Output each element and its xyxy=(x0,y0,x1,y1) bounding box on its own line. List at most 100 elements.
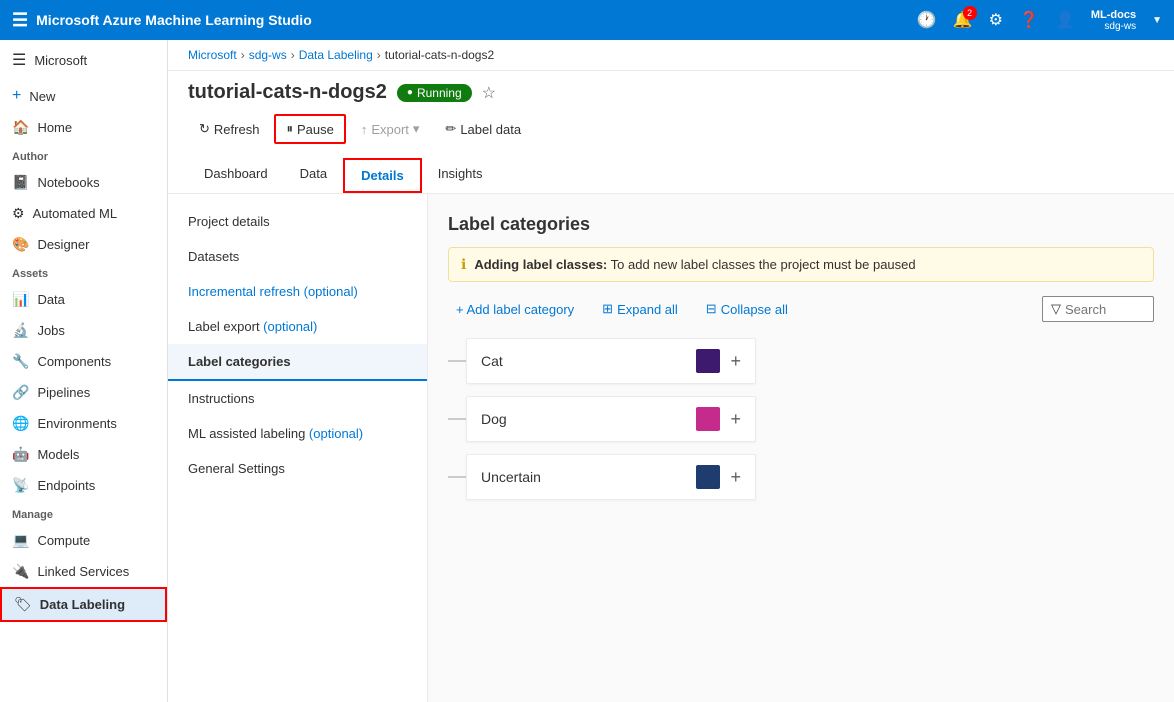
pause-button[interactable]: ⏸ Pause xyxy=(274,114,345,144)
export-icon: ↑ xyxy=(361,122,368,137)
status-dot: ● xyxy=(407,87,413,98)
color-swatch-cat[interactable] xyxy=(696,349,720,373)
status-badge: ● Running xyxy=(397,84,472,102)
expand-all-button[interactable]: ⊞ Expand all xyxy=(594,297,686,321)
assets-label: Assets xyxy=(0,260,167,284)
settings-icon[interactable]: ⚙ xyxy=(989,10,1003,30)
list-item: Cat + xyxy=(466,338,756,384)
sidebar-item-data-labeling[interactable]: 🏷 Data Labeling xyxy=(0,587,167,622)
label-data-button[interactable]: ✏ Label data xyxy=(434,115,532,143)
search-box[interactable]: ▽ xyxy=(1042,296,1154,322)
sidebar-item-new[interactable]: + New xyxy=(0,80,167,112)
connector-dog xyxy=(448,418,466,420)
refresh-icon: ↻ xyxy=(199,121,210,137)
nav-datasets[interactable]: Datasets xyxy=(168,239,427,274)
nav-ml-assisted[interactable]: ML assisted labeling (optional) xyxy=(168,416,427,451)
collapse-icon: ⊟ xyxy=(706,301,717,317)
sidebar-item-automated-ml[interactable]: ⚙ Automated ML xyxy=(0,198,167,229)
body-split: Project details Datasets Incremental ref… xyxy=(168,194,1174,702)
sidebar-item-endpoints[interactable]: 📡 Endpoints xyxy=(0,470,167,501)
search-icon: ▽ xyxy=(1051,301,1061,317)
tab-data[interactable]: Data xyxy=(284,158,343,193)
add-category-button[interactable]: + Add label category xyxy=(448,298,582,321)
list-item: Dog + xyxy=(466,396,756,442)
components-icon: 🔧 xyxy=(12,353,29,370)
linked-services-icon: 🔌 xyxy=(12,563,29,580)
user-icon[interactable]: 👤 xyxy=(1055,10,1075,30)
hamburger-icon: ☰ xyxy=(12,50,26,70)
topbar-actions: 🕐 🔔 2 ⚙ ❓ 👤 ML-docs sdg-ws ▼ xyxy=(917,9,1162,32)
expand-icon: ⊞ xyxy=(602,301,613,317)
pause-icon: ⏸ xyxy=(286,121,293,137)
sidebar-item-designer[interactable]: 🎨 Designer xyxy=(0,229,167,260)
color-swatch-dog[interactable] xyxy=(696,407,720,431)
environments-icon: 🌐 xyxy=(12,415,29,432)
chevron-down-icon[interactable]: ▼ xyxy=(1152,15,1162,26)
connector-uncertain xyxy=(448,476,466,478)
notification-icon[interactable]: 🔔 2 xyxy=(953,10,973,30)
tabs: Dashboard Data Details Insights xyxy=(168,158,1174,194)
notebooks-icon: 📓 xyxy=(12,174,29,191)
sidebar-item-home[interactable]: 🏠 Home xyxy=(0,112,167,143)
hamburger-icon[interactable]: ☰ xyxy=(12,10,28,31)
jobs-icon: 🔬 xyxy=(12,322,29,339)
nav-incremental-refresh[interactable]: Incremental refresh (optional) xyxy=(168,274,427,309)
info-icon: ℹ xyxy=(461,256,466,273)
toolbar: ↻ Refresh ⏸ Pause ↑ Export ▾ ✏ Label dat… xyxy=(188,114,1154,144)
help-icon[interactable]: ❓ xyxy=(1019,10,1039,30)
topbar-title: ☰ Microsoft Azure Machine Learning Studi… xyxy=(12,10,312,31)
warning-bar: ℹ Adding label classes: To add new label… xyxy=(448,247,1154,282)
nav-project-details[interactable]: Project details xyxy=(168,204,427,239)
page-header: tutorial-cats-n-dogs2 ● Running ☆ ↻ Refr… xyxy=(168,71,1174,158)
add-subcategory-cat-button[interactable]: + xyxy=(730,351,741,372)
clock-icon[interactable]: 🕐 xyxy=(917,10,937,30)
export-button[interactable]: ↑ Export ▾ xyxy=(350,115,431,143)
sidebar-item-jobs[interactable]: 🔬 Jobs xyxy=(0,315,167,346)
topbar: ☰ Microsoft Azure Machine Learning Studi… xyxy=(0,0,1174,40)
sidebar-item-models[interactable]: 🤖 Models xyxy=(0,439,167,470)
sidebar-top[interactable]: ☰ Microsoft xyxy=(0,40,167,80)
data-labeling-icon: 🏷 xyxy=(14,596,32,613)
color-swatch-uncertain[interactable] xyxy=(696,465,720,489)
tab-details[interactable]: Details xyxy=(343,158,422,193)
list-item: Uncertain + xyxy=(466,454,756,500)
edit-icon: ✏ xyxy=(445,121,456,137)
collapse-all-button[interactable]: ⊟ Collapse all xyxy=(698,297,796,321)
search-input[interactable] xyxy=(1065,302,1145,317)
tab-insights[interactable]: Insights xyxy=(422,158,499,193)
sidebar: ☰ Microsoft + New 🏠 Home Author 📓 Notebo… xyxy=(0,40,168,702)
category-item-row-dog: Dog + xyxy=(448,396,1154,442)
category-item-row-uncertain: Uncertain + xyxy=(448,454,1154,500)
breadcrumb: Microsoft › sdg-ws › Data Labeling › tut… xyxy=(168,40,1174,71)
nav-label-export[interactable]: Label export (optional) xyxy=(168,309,427,344)
refresh-button[interactable]: ↻ Refresh xyxy=(188,115,270,143)
automated-ml-icon: ⚙ xyxy=(12,205,25,222)
nav-label-categories[interactable]: Label categories xyxy=(168,344,427,381)
user-info[interactable]: ML-docs sdg-ws xyxy=(1091,9,1136,32)
nav-general-settings[interactable]: General Settings xyxy=(168,451,427,486)
pipelines-icon: 🔗 xyxy=(12,384,29,401)
main-panel: Label categories ℹ Adding label classes:… xyxy=(428,194,1174,702)
category-item-row-cat: Cat + xyxy=(448,338,1154,384)
actions-row: + Add label category ⊞ Expand all ⊟ Coll… xyxy=(448,296,1154,322)
page-title: tutorial-cats-n-dogs2 xyxy=(188,81,387,104)
sidebar-item-compute[interactable]: 💻 Compute xyxy=(0,525,167,556)
data-icon: 📊 xyxy=(12,291,29,308)
connector-cat xyxy=(448,360,466,362)
sidebar-item-data[interactable]: 📊 Data xyxy=(0,284,167,315)
sidebar-item-notebooks[interactable]: 📓 Notebooks xyxy=(0,167,167,198)
add-subcategory-uncertain-button[interactable]: + xyxy=(730,467,741,488)
nav-instructions[interactable]: Instructions xyxy=(168,381,427,416)
compute-icon: 💻 xyxy=(12,532,29,549)
home-icon: 🏠 xyxy=(12,119,29,136)
sidebar-item-pipelines[interactable]: 🔗 Pipelines xyxy=(0,377,167,408)
sidebar-item-linked-services[interactable]: 🔌 Linked Services xyxy=(0,556,167,587)
sidebar-item-components[interactable]: 🔧 Components xyxy=(0,346,167,377)
endpoints-icon: 📡 xyxy=(12,477,29,494)
add-subcategory-dog-button[interactable]: + xyxy=(730,409,741,430)
tab-dashboard[interactable]: Dashboard xyxy=(188,158,284,193)
section-title: Label categories xyxy=(448,214,1154,235)
author-label: Author xyxy=(0,143,167,167)
favorite-icon[interactable]: ☆ xyxy=(482,83,496,103)
sidebar-item-environments[interactable]: 🌐 Environments xyxy=(0,408,167,439)
